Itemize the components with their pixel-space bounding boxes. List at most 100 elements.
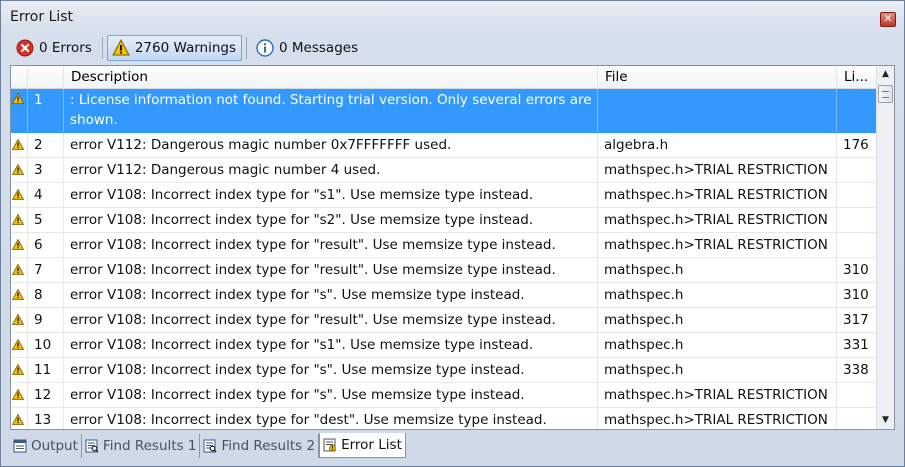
- row-description: error V108: Incorrect index type for "s2…: [64, 208, 598, 232]
- row-line: 338: [837, 358, 877, 382]
- row-line: 317: [837, 308, 877, 332]
- row-number: 5: [28, 208, 64, 232]
- row-line: 310: [837, 258, 877, 282]
- row-file: [598, 89, 837, 132]
- row-number: 13: [28, 408, 64, 429]
- warning-icon: [12, 189, 24, 200]
- scroll-up-icon[interactable]: ▲: [877, 66, 894, 83]
- toolbar-separator: [101, 37, 103, 59]
- row-number: 10: [28, 333, 64, 357]
- tab-find-results-1[interactable]: Find Results 1: [82, 434, 201, 458]
- warnings-filter-label: 2760 Warnings: [134, 40, 237, 56]
- table-row[interactable]: 9 error V108: Incorrect index type for "…: [11, 308, 877, 333]
- scroll-down-icon[interactable]: ▼: [877, 412, 894, 429]
- column-header-number[interactable]: [28, 66, 64, 88]
- close-button[interactable]: ✕: [880, 12, 896, 27]
- row-description: error V108: Incorrect index type for "s1…: [64, 333, 598, 357]
- info-icon: [256, 39, 274, 57]
- warning-icon: [12, 214, 24, 225]
- row-number: 4: [28, 183, 64, 207]
- warning-icon: [12, 289, 24, 300]
- row-icon-cell: [11, 233, 28, 257]
- row-number: 7: [28, 258, 64, 282]
- scrollbar-thumb[interactable]: [878, 85, 893, 103]
- find-results-icon: [203, 439, 217, 453]
- row-file: mathspec.h: [598, 333, 837, 357]
- row-description: error V112: Dangerous magic number 4 use…: [64, 158, 598, 182]
- row-icon-cell: [11, 283, 28, 307]
- row-file: mathspec.h>TRIAL RESTRICTION: [598, 408, 837, 429]
- table-row[interactable]: 7 error V108: Incorrect index type for "…: [11, 258, 877, 283]
- bottom-tab-strip: Output Find Results 1 Find Results 2 Err…: [10, 433, 406, 460]
- row-icon-cell: [11, 383, 28, 407]
- table-row[interactable]: 2 error V112: Dangerous magic number 0x7…: [11, 133, 877, 158]
- row-description: error V108: Incorrect index type for "s1…: [64, 183, 598, 207]
- row-icon-cell: [11, 158, 28, 182]
- messages-filter-label: 0 Messages: [279, 40, 359, 56]
- row-description: error V108: Incorrect index type for "s"…: [64, 283, 598, 307]
- row-icon-cell: [11, 308, 28, 332]
- row-icon-cell: [11, 133, 28, 157]
- row-icon-cell: [11, 183, 28, 207]
- column-header-line[interactable]: Li...: [837, 66, 877, 88]
- error-list-window: Error List ✕ 0 Errors 2760 Warnings 0 Me…: [0, 0, 905, 467]
- table-row[interactable]: 11 error V108: Incorrect index type for …: [11, 358, 877, 383]
- toolbar: 0 Errors 2760 Warnings 0 Messages: [11, 34, 895, 62]
- row-file: mathspec.h>TRIAL RESTRICTION: [598, 158, 837, 182]
- column-header-icon[interactable]: [11, 66, 28, 88]
- row-line: 331: [837, 333, 877, 357]
- row-line: [837, 183, 877, 207]
- tab-find-results-2-label: Find Results 2: [221, 438, 316, 454]
- row-file: mathspec.h>TRIAL RESTRICTION: [598, 233, 837, 257]
- row-line: [837, 233, 877, 257]
- column-header-description[interactable]: Description: [64, 66, 598, 88]
- messages-filter-button[interactable]: 0 Messages: [251, 35, 364, 61]
- warnings-filter-button[interactable]: 2760 Warnings: [106, 35, 243, 61]
- warning-icon: [111, 39, 130, 56]
- table-row[interactable]: 10 error V108: Incorrect index type for …: [11, 333, 877, 358]
- table-row[interactable]: 4 error V108: Incorrect index type for "…: [11, 183, 877, 208]
- table-row[interactable]: 3 error V112: Dangerous magic number 4 u…: [11, 158, 877, 183]
- row-description: error V108: Incorrect index type for "s"…: [64, 383, 598, 407]
- tab-output-label: Output: [31, 438, 78, 454]
- row-file: mathspec.h>TRIAL RESTRICTION: [598, 183, 837, 207]
- row-number: 6: [28, 233, 64, 257]
- table-row[interactable]: 12 error V108: Incorrect index type for …: [11, 383, 877, 408]
- table-row[interactable]: 5 error V108: Incorrect index type for "…: [11, 208, 877, 233]
- vertical-scrollbar[interactable]: ▲ ▼: [876, 66, 894, 429]
- errors-filter-label: 0 Errors: [39, 40, 92, 56]
- row-line: [837, 89, 877, 132]
- errors-filter-button[interactable]: 0 Errors: [11, 35, 98, 61]
- row-number: 2: [28, 133, 64, 157]
- tab-error-list[interactable]: Error List: [319, 433, 406, 458]
- row-number: 11: [28, 358, 64, 382]
- row-description: error V108: Incorrect index type for "re…: [64, 308, 598, 332]
- row-file: mathspec.h: [598, 283, 837, 307]
- row-number: 9: [28, 308, 64, 332]
- tab-output[interactable]: Output: [10, 434, 82, 458]
- warning-icon: [12, 239, 24, 250]
- row-icon-cell: [11, 358, 28, 382]
- column-header-file[interactable]: File: [598, 66, 837, 88]
- title-bar: Error List ✕: [1, 1, 904, 33]
- row-file: mathspec.h>TRIAL RESTRICTION: [598, 383, 837, 407]
- table-row[interactable]: 8 error V108: Incorrect index type for "…: [11, 283, 877, 308]
- row-file: algebra.h: [598, 133, 837, 157]
- table-row[interactable]: 1 : License information not found. Start…: [11, 89, 877, 133]
- error-list-grid: Description File Li... 1 : License infor…: [10, 65, 895, 430]
- warning-icon: [12, 264, 24, 275]
- output-icon: [13, 439, 27, 453]
- warning-icon: [12, 414, 24, 425]
- tab-find-results-2[interactable]: Find Results 2: [200, 434, 320, 458]
- row-line: 176: [837, 133, 877, 157]
- grid-header: Description File Li...: [11, 66, 877, 89]
- warning-icon: [12, 93, 24, 104]
- warning-icon: [12, 339, 24, 350]
- table-row[interactable]: 13 error V108: Incorrect index type for …: [11, 408, 877, 429]
- warning-icon: [12, 314, 24, 325]
- row-line: 310: [837, 283, 877, 307]
- row-line: [837, 408, 877, 429]
- row-description: error V108: Incorrect index type for "de…: [64, 408, 598, 429]
- table-row[interactable]: 6 error V108: Incorrect index type for "…: [11, 233, 877, 258]
- row-file: mathspec.h: [598, 358, 837, 382]
